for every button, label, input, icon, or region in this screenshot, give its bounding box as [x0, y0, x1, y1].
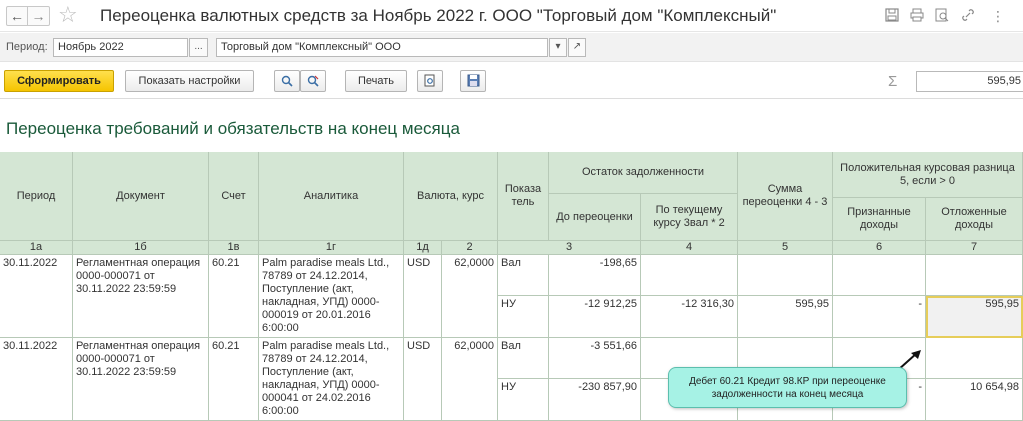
- header-balance: Остаток задолженности: [549, 152, 738, 194]
- annotation-callout: Дебет 60.21 Кредит 98.КР при переоценке …: [668, 367, 907, 408]
- header-positive: Положительная курсовая разница 5, если >…: [833, 152, 1023, 198]
- search-clear-icon[interactable]: [300, 70, 326, 92]
- row-sum[interactable]: 595,95: [738, 296, 833, 338]
- save-file-icon[interactable]: [460, 70, 486, 92]
- header-before: До переоценки: [549, 194, 641, 241]
- row-before[interactable]: -3 551,66: [549, 338, 641, 379]
- col-number: 1в: [209, 241, 259, 255]
- row-document[interactable]: Регламентная операция 0000-000071 от 30.…: [73, 255, 209, 338]
- header-document: Документ: [73, 152, 209, 241]
- period-input[interactable]: Ноябрь 2022: [53, 38, 188, 57]
- preview-icon[interactable]: [934, 8, 950, 24]
- window-title: Переоценка валютных средств за Ноябрь 20…: [100, 6, 777, 25]
- row-currency[interactable]: USD: [404, 338, 442, 421]
- row-account[interactable]: 60.21: [209, 255, 259, 338]
- row-current[interactable]: [641, 255, 738, 296]
- row-indicator[interactable]: НУ: [498, 296, 549, 338]
- period-label: Период:: [6, 41, 48, 53]
- row-before[interactable]: -230 857,90: [549, 379, 641, 421]
- header-account: Счет: [209, 152, 259, 241]
- row-deferred-selected[interactable]: 595,95: [926, 296, 1023, 338]
- link-icon[interactable]: [960, 8, 976, 24]
- row-period[interactable]: 30.11.2022: [0, 338, 73, 421]
- header-deferred: Отложенные доходы: [926, 198, 1023, 241]
- header-recognized: Признанные доходы: [833, 198, 926, 241]
- print-button[interactable]: Печать: [345, 70, 407, 92]
- col-number: 1б: [73, 241, 209, 255]
- header-sum: Сумма переоценки 4 - 3: [738, 152, 833, 241]
- save-icon[interactable]: [884, 8, 900, 24]
- header-current: По текущему курсу 3вал * 2: [641, 194, 738, 241]
- row-deferred[interactable]: [926, 255, 1023, 296]
- sum-icon: Σ: [888, 73, 898, 90]
- row-analytics[interactable]: Palm paradise meals Ltd., 78789 от 24.12…: [259, 338, 404, 421]
- header-indicator: Показа тель: [498, 152, 549, 241]
- row-sum[interactable]: [738, 255, 833, 296]
- organization-open-icon[interactable]: ↗: [568, 38, 586, 57]
- search-icon[interactable]: [274, 70, 300, 92]
- parameters-bar: Период: Ноябрь 2022 ... Торговый дом "Ко…: [0, 33, 1023, 62]
- col-number: 5: [738, 241, 833, 255]
- row-before[interactable]: -12 912,25: [549, 296, 641, 338]
- forward-arrow-icon[interactable]: →: [28, 6, 50, 26]
- col-number: 2: [442, 241, 498, 255]
- col-number: 1г: [259, 241, 404, 255]
- row-deferred[interactable]: 10 654,98: [926, 379, 1023, 421]
- row-current[interactable]: -12 316,30: [641, 296, 738, 338]
- row-indicator[interactable]: Вал: [498, 255, 549, 296]
- col-number: 1а: [0, 241, 73, 255]
- col-number: 7: [926, 241, 1023, 255]
- row-recognized[interactable]: [833, 255, 926, 296]
- row-recognized[interactable]: -: [833, 296, 926, 338]
- show-settings-button[interactable]: Показать настройки: [125, 70, 254, 92]
- report-title: Переоценка требований и обязательств на …: [6, 119, 460, 138]
- row-period[interactable]: 30.11.2022: [0, 255, 73, 338]
- header-currency: Валюта, курс: [404, 152, 498, 241]
- sum-field[interactable]: 595,95: [916, 71, 1023, 92]
- row-before[interactable]: -198,65: [549, 255, 641, 296]
- organization-input[interactable]: Торговый дом "Комплексный" ООО: [216, 38, 548, 57]
- print-preview-icon[interactable]: [417, 70, 443, 92]
- row-analytics[interactable]: Palm paradise meals Ltd., 78789 от 24.12…: [259, 255, 404, 338]
- col-number: 3: [498, 241, 641, 255]
- col-number: 4: [641, 241, 738, 255]
- row-currency[interactable]: USD: [404, 255, 442, 338]
- organization-dropdown-icon[interactable]: ▾: [549, 38, 567, 57]
- more-icon[interactable]: ⋮: [990, 8, 1006, 24]
- row-document[interactable]: Регламентная операция 0000-000071 от 30.…: [73, 338, 209, 421]
- generate-button[interactable]: Сформировать: [4, 70, 114, 92]
- row-rate[interactable]: 62,0000: [442, 255, 498, 338]
- title-bar: ← → ☆ Переоценка валютных средств за Ноя…: [0, 0, 1023, 32]
- row-deferred[interactable]: [926, 338, 1023, 379]
- header-period: Период: [0, 152, 73, 241]
- period-select-button[interactable]: ...: [189, 38, 208, 57]
- col-number: 1д: [404, 241, 442, 255]
- col-number: 6: [833, 241, 926, 255]
- toolbar: Сформировать Показать настройки Печать Σ…: [0, 63, 1023, 99]
- row-rate[interactable]: 62,0000: [442, 338, 498, 421]
- print-icon[interactable]: [909, 8, 925, 24]
- row-indicator[interactable]: НУ: [498, 379, 549, 421]
- back-arrow-icon[interactable]: ←: [6, 6, 28, 26]
- header-analytics: Аналитика: [259, 152, 404, 241]
- star-icon[interactable]: ☆: [58, 3, 78, 27]
- row-account[interactable]: 60.21: [209, 338, 259, 421]
- row-indicator[interactable]: Вал: [498, 338, 549, 379]
